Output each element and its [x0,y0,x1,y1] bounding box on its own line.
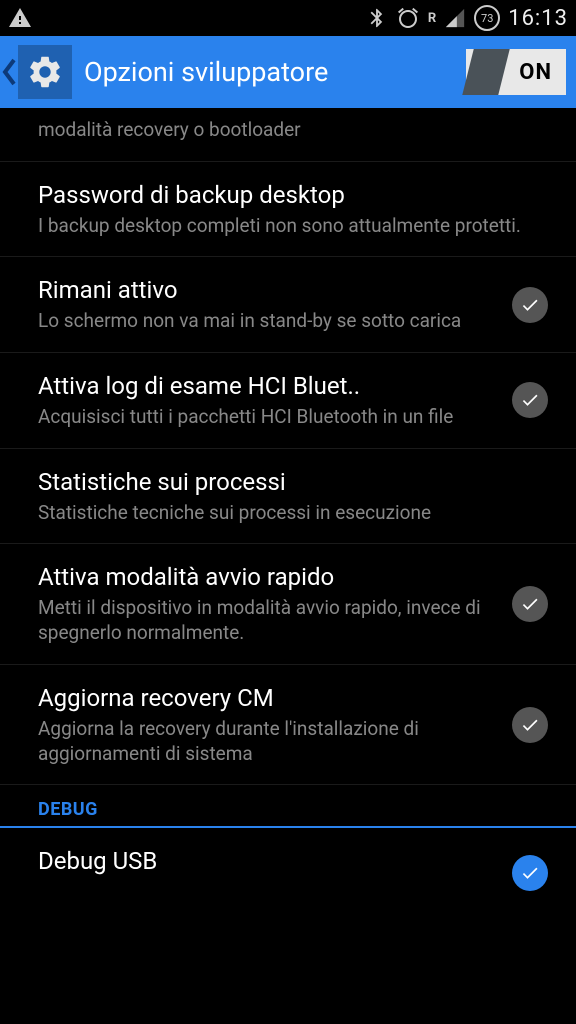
setting-desc: Metti il dispositivo in modalità avvio r… [38,596,500,645]
setting-desc: Aggiorna la recovery durante l'installaz… [38,717,500,766]
settings-list: modalità recovery o bootloader Password … [0,108,576,886]
checkbox-checked-icon[interactable] [512,707,548,743]
setting-title: Rimani attivo [38,275,500,305]
setting-title: Password di backup desktop [38,180,536,210]
setting-desc: modalità recovery o bootloader [38,118,536,143]
section-header-debug: DEBUG [0,785,576,828]
setting-desc: Lo schermo non va mai in stand-by se sot… [38,309,500,334]
toggle-label: ON [519,60,552,85]
signal-icon [444,7,466,29]
setting-update-recovery[interactable]: Aggiorna recovery CM Aggiorna la recover… [0,665,576,785]
setting-usb-debug[interactable]: Debug USB [0,828,576,886]
app-header: Opzioni sviluppatore ON [0,36,576,108]
setting-title: Aggiorna recovery CM [38,683,500,713]
back-button[interactable] [0,36,18,108]
setting-desc: Statistiche tecniche sui processi in ese… [38,501,536,526]
setting-fastboot[interactable]: Attiva modalità avvio rapido Metti il di… [0,544,576,664]
setting-title: Attiva modalità avvio rapido [38,562,500,592]
setting-title: Debug USB [38,846,500,876]
setting-process-stats[interactable]: Statistiche sui processi Statistiche tec… [0,449,576,545]
checkbox-checked-icon[interactable] [512,287,548,323]
setting-desc: I backup desktop completi non sono attua… [38,214,536,239]
alarm-icon [396,6,420,30]
setting-title: Statistiche sui processi [38,467,536,497]
master-toggle[interactable]: ON [466,49,566,95]
battery-indicator: 73 [474,5,500,31]
clock: 16:13 [508,6,568,31]
checkbox-checked-icon[interactable] [512,586,548,622]
setting-stay-awake[interactable]: Rimani attivo Lo schermo non va mai in s… [0,257,576,353]
setting-partial-item[interactable]: modalità recovery o bootloader [0,108,576,162]
warning-icon [8,6,32,30]
setting-bluetooth-hci-log[interactable]: Attiva log di esame HCI Bluet.. Acquisis… [0,353,576,449]
settings-icon[interactable] [18,45,72,99]
setting-backup-password[interactable]: Password di backup desktop I backup desk… [0,162,576,258]
bluetooth-icon [366,7,388,29]
checkbox-checked-icon[interactable] [512,382,548,418]
page-title: Opzioni sviluppatore [84,56,466,88]
roaming-icon: R [428,11,436,26]
setting-desc: Acquisisci tutti i pacchetti HCI Bluetoo… [38,405,500,430]
status-bar: R 73 16:13 [0,0,576,36]
checkbox-checked-icon[interactable] [512,855,548,891]
setting-title: Attiva log di esame HCI Bluet.. [38,371,500,401]
